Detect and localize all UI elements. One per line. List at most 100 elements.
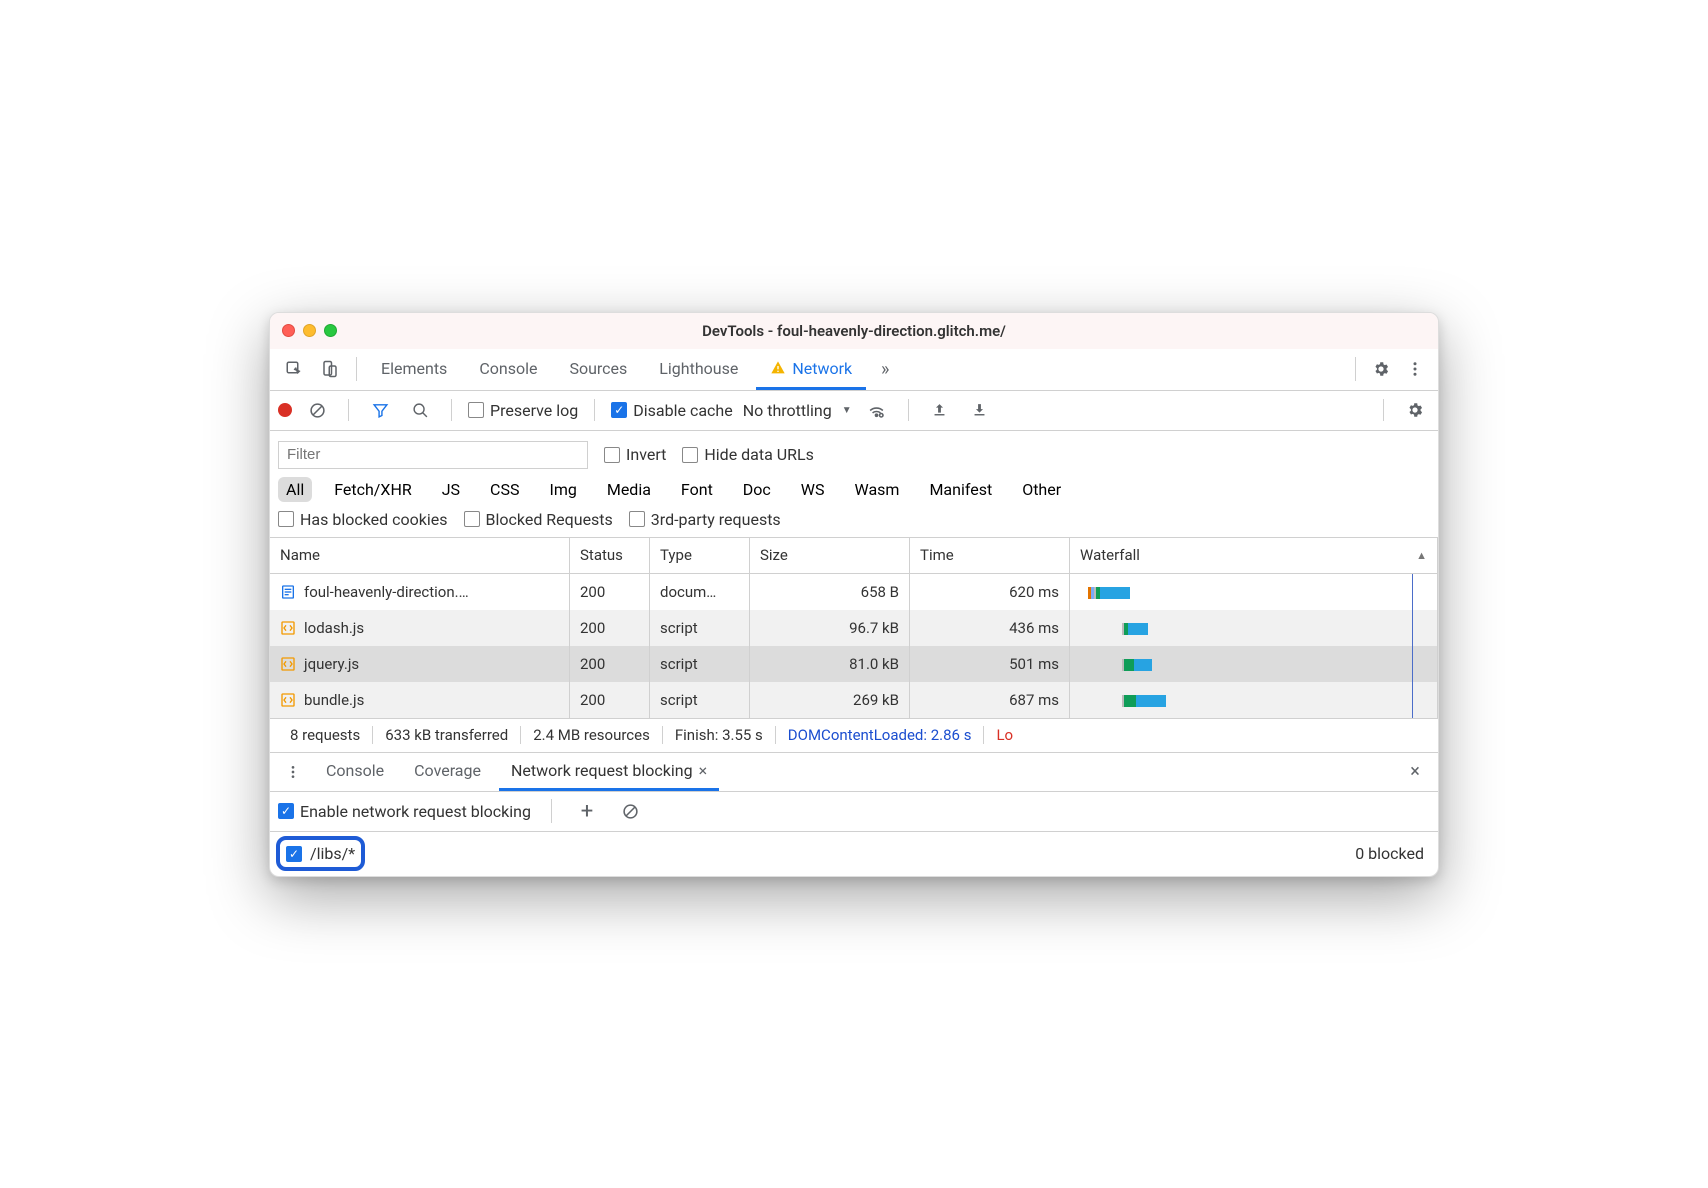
- col-waterfall[interactable]: Waterfall▲: [1070, 538, 1438, 573]
- tab-lighthouse[interactable]: Lighthouse: [645, 349, 752, 390]
- type-filter-all[interactable]: All: [278, 477, 312, 502]
- inspect-element-icon[interactable]: [278, 360, 310, 378]
- label: Preserve log: [490, 401, 578, 420]
- kebab-menu-icon[interactable]: [278, 764, 308, 780]
- cell-name: lodash.js: [270, 610, 570, 646]
- label: Disable cache: [633, 401, 732, 420]
- close-drawer-icon[interactable]: ×: [1400, 761, 1430, 782]
- tab-console[interactable]: Console: [465, 349, 551, 390]
- type-filter-media[interactable]: Media: [599, 477, 659, 502]
- cell-time: 501 ms: [910, 646, 1070, 682]
- cell-status: 200: [570, 574, 650, 610]
- enable-blocking-checkbox[interactable]: Enable network request blocking: [278, 802, 531, 821]
- table-header: Name Status Type Size Time Waterfall▲: [270, 538, 1438, 574]
- blocked-cookies-checkbox[interactable]: Has blocked cookies: [278, 510, 448, 529]
- drawer-tab-network-request-blocking[interactable]: Network request blocking ×: [499, 753, 719, 791]
- type-filter-js[interactable]: JS: [434, 477, 468, 502]
- tab-sources[interactable]: Sources: [555, 349, 641, 390]
- hide-data-urls-checkbox[interactable]: Hide data URLs: [682, 445, 814, 464]
- cell-time: 436 ms: [910, 610, 1070, 646]
- label: Hide data URLs: [704, 445, 814, 464]
- col-time[interactable]: Time: [910, 538, 1070, 573]
- tab-network[interactable]: Network: [756, 349, 866, 390]
- type-filter-other[interactable]: Other: [1014, 477, 1069, 502]
- table-row[interactable]: jquery.js200script81.0 kB501 ms: [270, 646, 1438, 682]
- pattern-text[interactable]: /libs/*: [310, 844, 355, 863]
- col-status[interactable]: Status: [570, 538, 650, 573]
- settings-gear-icon[interactable]: [1366, 360, 1396, 378]
- type-filter-img[interactable]: Img: [541, 477, 584, 502]
- invert-checkbox[interactable]: Invert: [604, 445, 666, 464]
- status-requests: 8 requests: [278, 726, 373, 744]
- cell-type: script: [650, 682, 750, 718]
- blocked-count: 0 blocked: [1355, 844, 1432, 863]
- cell-name: jquery.js: [270, 646, 570, 682]
- status-load: Lo: [984, 726, 1013, 744]
- preserve-log-checkbox[interactable]: Preserve log: [468, 401, 578, 420]
- label: Enable network request blocking: [300, 802, 531, 821]
- divider: [1355, 357, 1356, 381]
- drawer-tab-console[interactable]: Console: [314, 753, 396, 791]
- titlebar: DevTools - foul-heavenly-direction.glitc…: [270, 313, 1438, 349]
- more-tabs-icon[interactable]: »: [870, 359, 900, 380]
- pattern-checkbox[interactable]: [286, 846, 302, 862]
- cell-size: 658 B: [750, 574, 910, 610]
- cell-name: foul-heavenly-direction.…: [270, 574, 570, 610]
- table-row[interactable]: lodash.js200script96.7 kB436 ms: [270, 610, 1438, 646]
- tab-elements[interactable]: Elements: [367, 349, 461, 390]
- network-conditions-icon[interactable]: [862, 401, 892, 420]
- label: No throttling: [743, 401, 832, 420]
- type-filter-wasm[interactable]: Wasm: [847, 477, 908, 502]
- resource-type-filters: All Fetch/XHR JS CSS Img Media Font Doc WS Wasm Ma…: [278, 473, 1430, 506]
- cell-time: 687 ms: [910, 682, 1070, 718]
- status-resources: 2.4 MB resources: [521, 726, 663, 744]
- table-row[interactable]: foul-heavenly-direction.…200docum…658 B6…: [270, 574, 1438, 610]
- script-icon: [280, 620, 296, 636]
- remove-all-icon[interactable]: [616, 803, 646, 820]
- type-filter-manifest[interactable]: Manifest: [921, 477, 1000, 502]
- cell-type: script: [650, 646, 750, 682]
- col-name[interactable]: Name: [270, 538, 570, 573]
- filter-funnel-icon[interactable]: [365, 402, 395, 419]
- type-filter-ws[interactable]: WS: [793, 477, 833, 502]
- search-icon[interactable]: [405, 402, 435, 419]
- tab-label: Console: [479, 359, 537, 378]
- settings-gear-icon[interactable]: [1400, 401, 1430, 419]
- network-filter-bar: Invert Hide data URLs All Fetch/XHR JS CSS I…: [270, 431, 1438, 538]
- cell-status: 200: [570, 646, 650, 682]
- label: 3rd-party requests: [651, 510, 781, 529]
- clear-icon[interactable]: [302, 402, 332, 419]
- throttling-select[interactable]: No throttling ▼: [743, 401, 852, 420]
- cell-status: 200: [570, 682, 650, 718]
- network-statusbar: 8 requests 633 kB transferred 2.4 MB res…: [270, 718, 1438, 752]
- type-filter-css[interactable]: CSS: [482, 477, 527, 502]
- type-filter-fetchxhr[interactable]: Fetch/XHR: [326, 477, 420, 502]
- col-type[interactable]: Type: [650, 538, 750, 573]
- blocked-requests-checkbox[interactable]: Blocked Requests: [464, 510, 613, 529]
- cell-size: 96.7 kB: [750, 610, 910, 646]
- record-button[interactable]: [278, 403, 292, 417]
- cell-time: 620 ms: [910, 574, 1070, 610]
- col-size[interactable]: Size: [750, 538, 910, 573]
- type-filter-font[interactable]: Font: [673, 477, 721, 502]
- cell-waterfall: [1070, 610, 1438, 646]
- divider: [451, 399, 452, 421]
- drawer-tab-coverage[interactable]: Coverage: [402, 753, 493, 791]
- upload-har-icon[interactable]: [925, 402, 955, 419]
- table-row[interactable]: bundle.js200script269 kB687 ms: [270, 682, 1438, 718]
- tab-label: Sources: [569, 359, 627, 378]
- device-toggle-icon[interactable]: [314, 360, 346, 378]
- filter-input[interactable]: [278, 441, 588, 469]
- devtools-window: DevTools - foul-heavenly-direction.glitc…: [269, 312, 1439, 877]
- type-filter-doc[interactable]: Doc: [735, 477, 779, 502]
- network-toolbar: Preserve log Disable cache No throttling…: [270, 391, 1438, 431]
- close-tab-icon[interactable]: ×: [699, 761, 708, 780]
- download-har-icon[interactable]: [965, 402, 995, 419]
- disable-cache-checkbox[interactable]: Disable cache: [611, 401, 732, 420]
- kebab-menu-icon[interactable]: [1400, 360, 1430, 378]
- blocking-pattern-row: /libs/* 0 blocked: [270, 832, 1438, 876]
- cell-waterfall: [1070, 574, 1438, 610]
- main-tabs: Elements Console Sources Lighthouse Netw…: [270, 349, 1438, 391]
- third-party-checkbox[interactable]: 3rd-party requests: [629, 510, 781, 529]
- add-pattern-icon[interactable]: +: [572, 799, 602, 824]
